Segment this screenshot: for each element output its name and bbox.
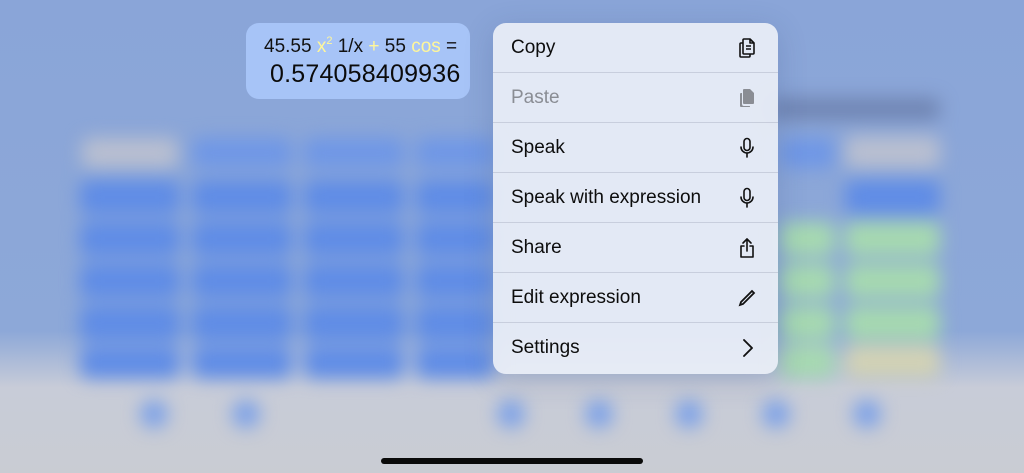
blurred-key	[80, 180, 180, 214]
blurred-key	[80, 222, 180, 256]
blurred-dock-icon	[853, 400, 881, 428]
menu-item-label: Share	[511, 236, 562, 258]
chevron-right-icon	[735, 336, 759, 360]
home-indicator[interactable]	[381, 458, 643, 464]
blurred-key	[80, 264, 180, 298]
blurred-key	[192, 346, 292, 378]
blurred-display	[770, 98, 940, 120]
microphone-icon	[735, 136, 759, 160]
equals-sign: =	[446, 36, 458, 57]
blurred-key	[192, 180, 292, 214]
menu-item-paste[interactable]: Paste	[493, 73, 778, 123]
blurred-key	[416, 222, 494, 256]
blurred-key	[192, 264, 292, 298]
blurred-key	[192, 222, 292, 256]
blurred-dock-icon	[140, 400, 168, 428]
blurred-key	[416, 264, 494, 298]
paste-icon	[735, 86, 759, 110]
blurred-key	[845, 306, 940, 340]
blurred-dock-icon	[762, 400, 790, 428]
blurred-key	[80, 306, 180, 340]
blurred-key	[304, 222, 404, 256]
blurred-key	[845, 136, 940, 168]
blurred-key	[780, 346, 835, 378]
blurred-key	[304, 180, 404, 214]
menu-item-settings[interactable]: Settings	[493, 323, 778, 373]
blurred-key	[780, 138, 835, 168]
expression-number: 55	[384, 36, 406, 57]
menu-item-label: Paste	[511, 86, 560, 108]
blurred-key	[780, 222, 835, 256]
blurred-dock-icon	[497, 400, 525, 428]
blurred-key	[82, 138, 178, 168]
blurred-key	[304, 264, 404, 298]
square-operator: x2	[316, 35, 333, 57]
menu-item-label: Speak	[511, 136, 565, 158]
menu-item-label: Edit expression	[511, 286, 641, 308]
blurred-key	[416, 306, 494, 340]
blurred-key	[845, 180, 940, 214]
blurred-key	[780, 306, 835, 340]
plus-operator: +	[368, 36, 380, 57]
blurred-key	[845, 222, 940, 256]
menu-item-speak[interactable]: Speak	[493, 123, 778, 173]
menu-item-speak-with-expression[interactable]: Speak with expression	[493, 173, 778, 223]
menu-item-label: Copy	[511, 36, 556, 58]
blurred-key	[416, 346, 494, 378]
blurred-dock-icon	[675, 400, 703, 428]
blurred-key	[416, 138, 496, 168]
blurred-key	[304, 138, 404, 168]
blurred-key	[304, 346, 404, 378]
pencil-icon	[735, 286, 759, 310]
cos-operator: cos	[411, 36, 441, 57]
result-value: 0.574058409936	[270, 60, 461, 88]
microphone-icon	[735, 186, 759, 210]
menu-item-edit-expression[interactable]: Edit expression	[493, 273, 778, 323]
blurred-key	[780, 264, 835, 298]
menu-item-copy[interactable]: Copy	[493, 23, 778, 73]
blurred-key	[80, 346, 180, 378]
menu-item-label: Settings	[511, 337, 580, 358]
blurred-key	[304, 306, 404, 340]
menu-item-label: Speak with expression	[511, 186, 702, 208]
blurred-key	[192, 138, 292, 168]
expression-text: 45.55 x2 1/x + 55 cos =	[264, 35, 457, 58]
copy-icon	[735, 36, 759, 60]
blurred-key	[192, 306, 292, 340]
context-menu: Copy Paste Speak Speak with expression S…	[493, 23, 778, 374]
reciprocal-operator: 1/x	[337, 36, 364, 57]
blurred-key	[845, 346, 940, 378]
share-icon	[735, 236, 759, 260]
menu-item-share[interactable]: Share	[493, 223, 778, 273]
blurred-dock-icon	[585, 400, 613, 428]
blurred-dock-icon	[232, 400, 260, 428]
expression-number: 45.55	[264, 36, 312, 57]
expression-preview: 45.55 x2 1/x + 55 cos = 0.574058409936	[246, 23, 470, 99]
blurred-key	[416, 180, 494, 214]
blurred-key	[845, 264, 940, 298]
